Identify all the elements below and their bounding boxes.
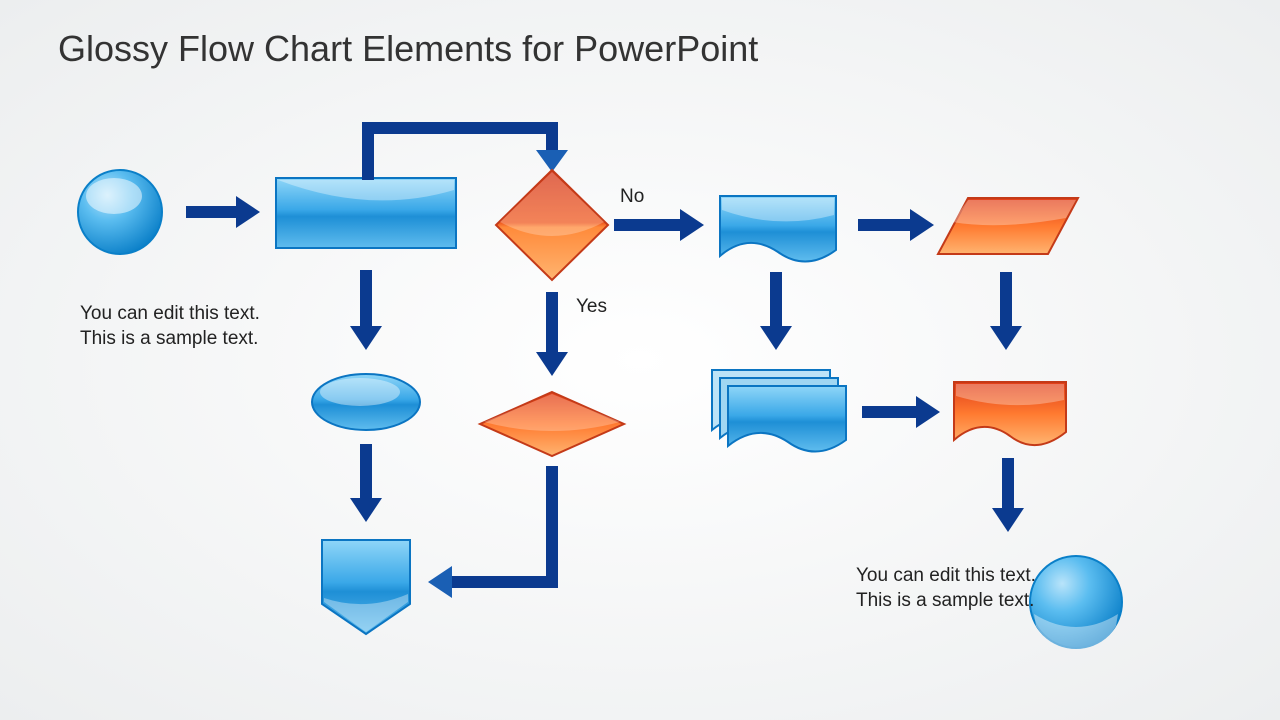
arrow-multidoc-to-display	[862, 396, 940, 428]
decision-diamond-shape	[496, 170, 608, 280]
sample-text-left: You can edit this text. This is a sample…	[80, 302, 260, 351]
multi-document-shape	[712, 370, 846, 452]
document-shape	[720, 196, 836, 262]
process-rectangle-shape	[276, 178, 456, 248]
arrow-display-down	[992, 458, 1024, 532]
arrow-ellipse-down	[350, 444, 382, 522]
arrow-decision-yes	[536, 292, 568, 376]
ellipse-shape	[312, 374, 420, 430]
arrow-sort-to-offpage	[428, 466, 558, 598]
connector-process-to-decision	[362, 122, 568, 180]
arrow-document-down	[760, 272, 792, 350]
arrow-decision-no	[614, 209, 704, 241]
data-parallelogram-shape	[938, 198, 1078, 254]
end-circle-shape	[1030, 556, 1122, 649]
sort-diamond-shape	[480, 392, 624, 456]
offpage-connector-shape	[322, 540, 410, 634]
label-yes: Yes	[576, 296, 607, 318]
sample-text-right: You can edit this text. This is a sample…	[856, 564, 1036, 613]
start-circle-shape	[78, 170, 162, 254]
arrow-start-to-process	[186, 196, 260, 228]
label-no: No	[620, 186, 644, 208]
flowchart-canvas	[0, 0, 1280, 720]
display-shape	[954, 382, 1066, 445]
arrow-process-down	[350, 270, 382, 350]
arrow-data-down	[990, 272, 1022, 350]
arrow-document-to-data	[858, 209, 934, 241]
